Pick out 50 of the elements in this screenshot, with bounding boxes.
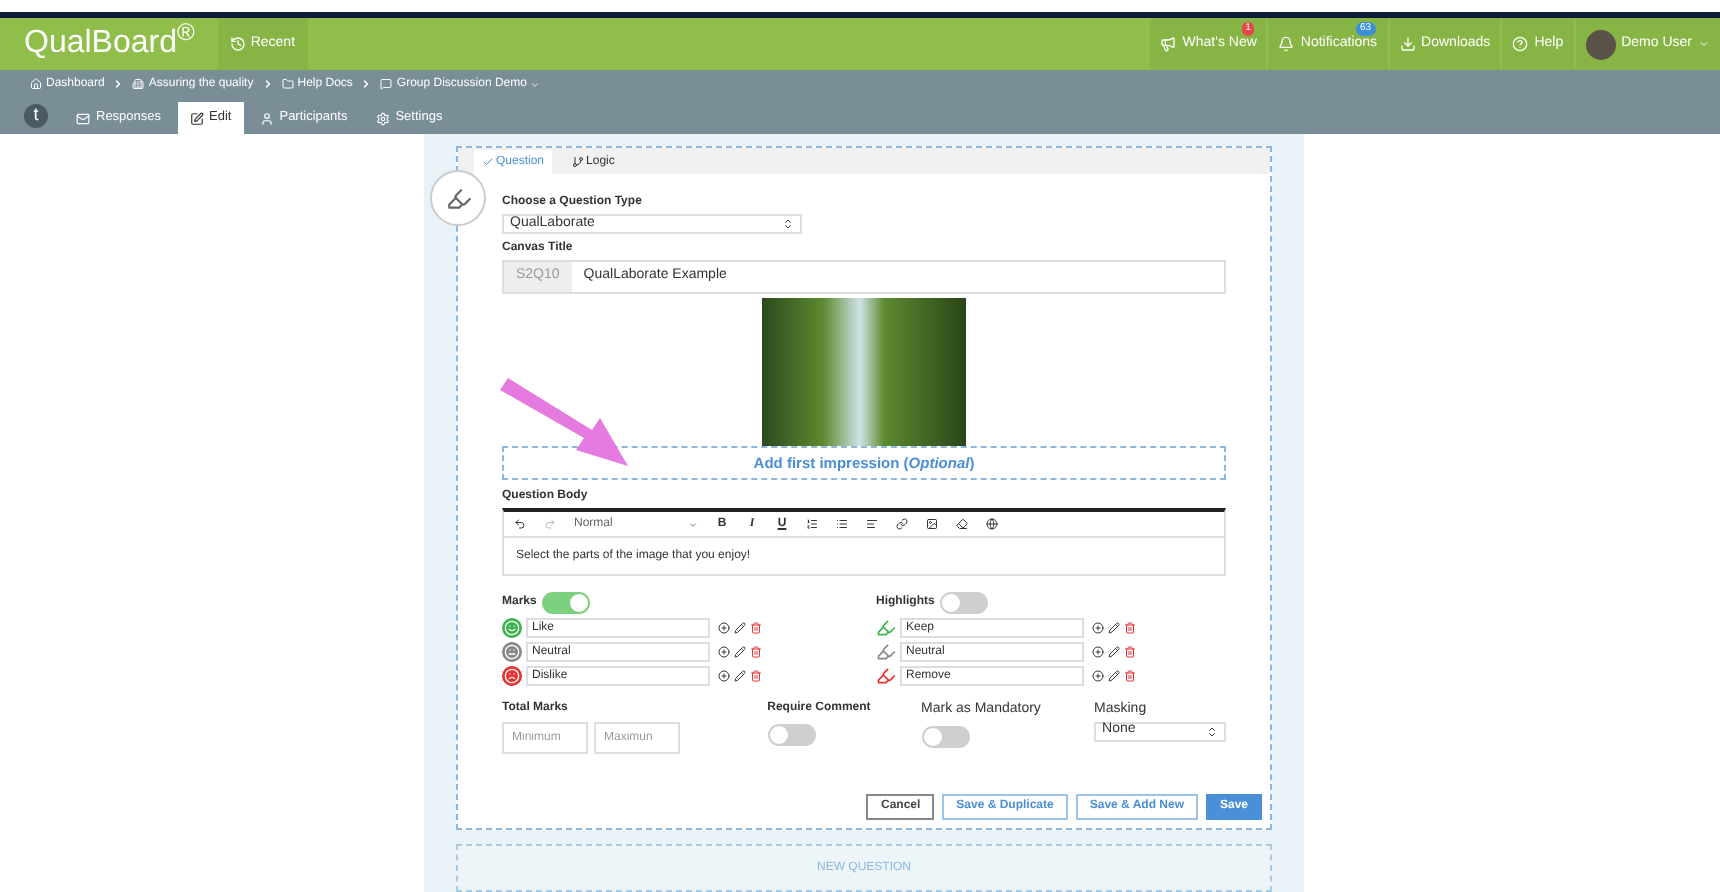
eraser-icon[interactable] [956,518,968,530]
download-icon [1399,36,1416,52]
delete-icon[interactable] [750,622,762,634]
branch-icon [572,156,585,168]
undo-icon[interactable] [514,518,526,530]
add-icon[interactable] [1092,646,1104,658]
add-icon[interactable] [718,622,730,634]
add-icon[interactable] [1092,622,1104,634]
arrow-drawing [496,378,628,470]
delete-icon[interactable] [1124,622,1136,634]
chevron-icon [360,78,373,90]
link-icon[interactable] [896,518,908,530]
mandatory-toggle[interactable] [921,725,970,747]
building-icon [132,78,145,90]
delete-icon[interactable] [1124,646,1136,658]
chevron-icon [261,78,274,90]
megaphone-icon [1160,36,1177,52]
app-logo[interactable]: QualBoard$^{®}$ [0,20,219,68]
add-icon[interactable] [718,646,730,658]
chevron-icon [112,78,125,90]
marks-toggle[interactable] [542,592,591,614]
help-icon [1512,36,1529,52]
responses-icon [76,111,90,125]
check-icon [482,156,494,168]
delete-icon[interactable] [750,646,762,658]
edit-icon [189,111,204,125]
participants-icon [259,111,274,125]
home-icon [30,78,42,90]
bullet-list-icon[interactable] [836,518,848,530]
bell-icon [1278,36,1295,52]
avatar [1585,29,1616,59]
globe-icon[interactable] [986,518,998,530]
app-badge[interactable]: t [24,104,48,128]
add-icon[interactable] [718,670,730,682]
chat-icon [380,78,393,90]
caret-icon [530,79,541,89]
add-icon[interactable] [1092,670,1104,682]
delete-icon[interactable] [750,670,762,682]
history-icon [230,36,247,52]
require-comment-toggle[interactable] [767,724,816,746]
settings-icon [375,111,390,125]
align-icon[interactable] [866,518,878,530]
numbered-list-icon[interactable] [806,518,818,530]
folder-icon [281,78,294,90]
highlighter-icon [445,185,471,211]
caret-icon [1698,38,1710,50]
highlights-toggle[interactable] [940,592,989,614]
delete-icon[interactable] [1124,670,1136,682]
caret-icon [688,519,698,529]
image-icon[interactable] [926,518,938,530]
